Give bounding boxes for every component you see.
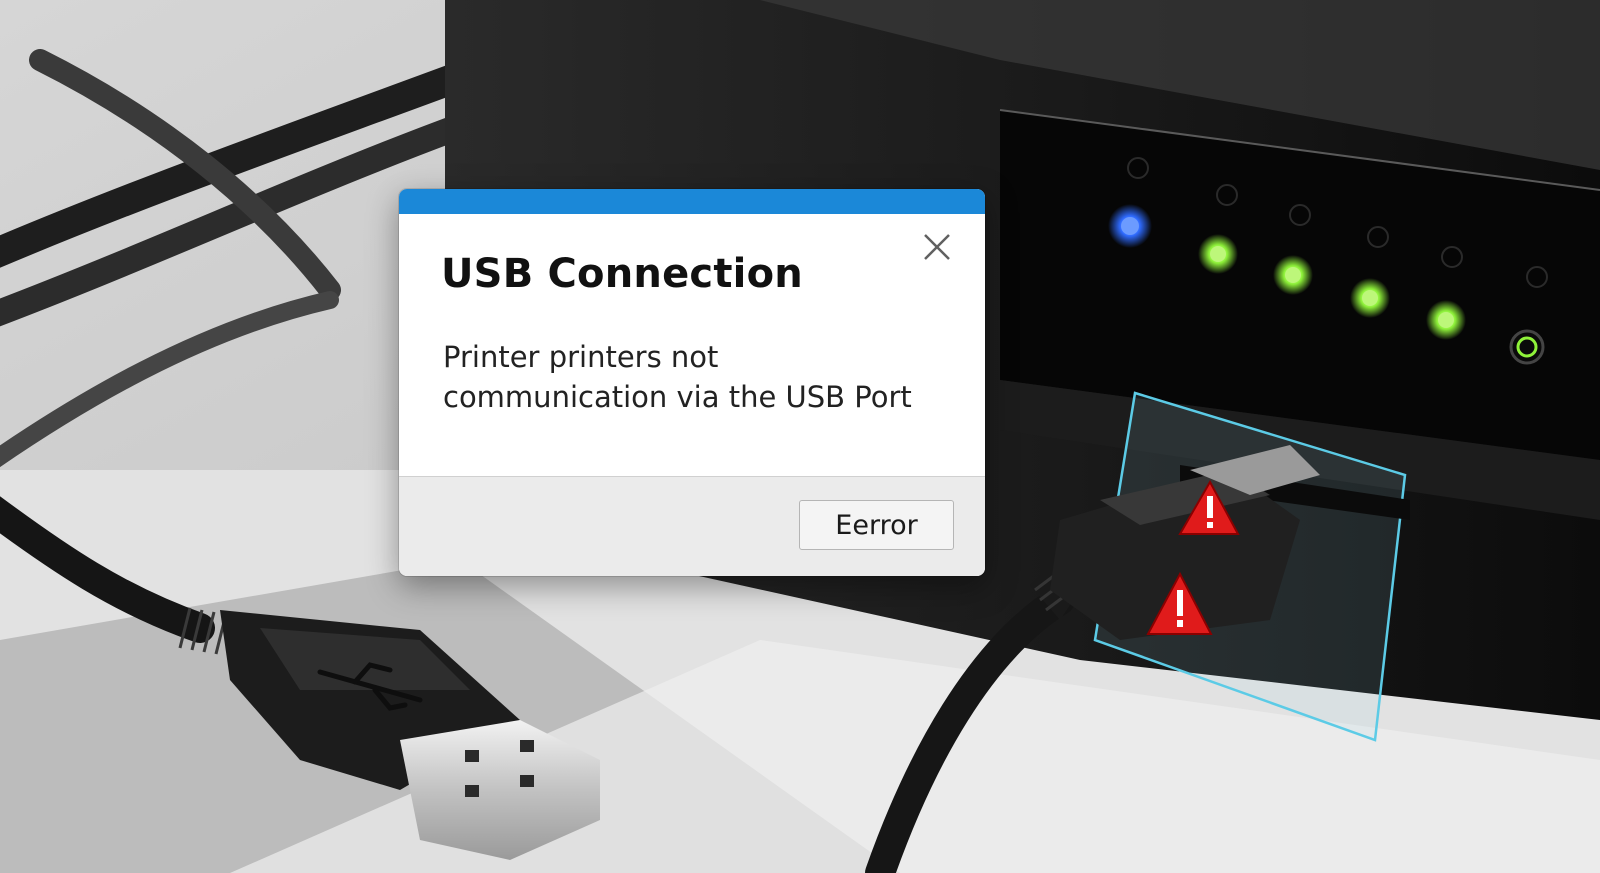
dialog-title: USB Connection [441, 251, 803, 297]
error-button[interactable]: Eerror [799, 500, 954, 550]
close-icon [924, 234, 950, 260]
dialog-message: Printer printers not communication via t… [443, 340, 912, 414]
dialog-footer: Eerror [399, 476, 985, 576]
title-bar [399, 189, 985, 214]
usb-connection-dialog: USB Connection Printer printers not comm… [399, 189, 985, 576]
close-button[interactable] [917, 227, 957, 267]
